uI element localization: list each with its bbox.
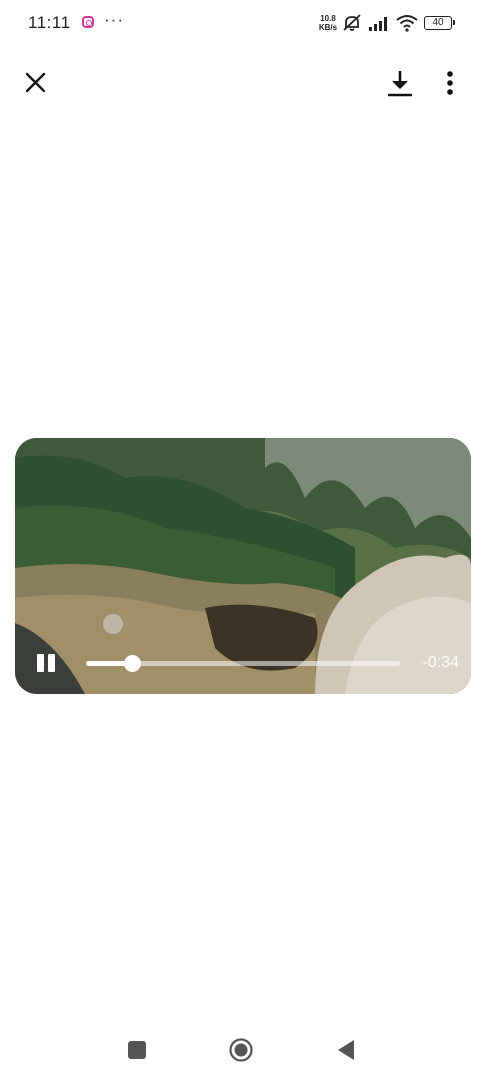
status-bar: 11:11 ··· 10.8 KB/s 40 [0, 0, 486, 46]
download-button[interactable] [384, 66, 416, 100]
instagram-icon [82, 16, 94, 28]
back-button[interactable] [336, 1039, 356, 1061]
home-button[interactable] [229, 1038, 253, 1062]
network-speed: 10.8 KB/s [317, 14, 339, 32]
more-notifications-icon: ··· [104, 10, 124, 29]
pause-icon [48, 654, 55, 672]
more-vertical-icon [447, 71, 453, 95]
close-icon [25, 72, 46, 93]
battery-icon: 40 [424, 16, 455, 30]
wifi-icon [396, 15, 418, 32]
network-speed-unit: KB/s [318, 23, 338, 32]
download-icon [388, 71, 412, 97]
remaining-time: -0:34 [422, 654, 459, 671]
seek-bar[interactable] [86, 655, 400, 672]
network-speed-value: 10.8 [320, 14, 336, 23]
recent-apps-button[interactable] [128, 1041, 146, 1059]
mute-icon [343, 14, 361, 31]
pause-button[interactable] [35, 652, 57, 674]
close-button[interactable] [20, 66, 52, 98]
video-player[interactable]: -0:34 [15, 438, 471, 694]
video-frame [15, 438, 471, 694]
seek-thumb[interactable] [123, 655, 141, 672]
signal-icon [369, 17, 387, 31]
more-options-button[interactable] [438, 66, 462, 100]
status-time: 11:11 [28, 13, 71, 32]
pause-icon [37, 654, 44, 672]
